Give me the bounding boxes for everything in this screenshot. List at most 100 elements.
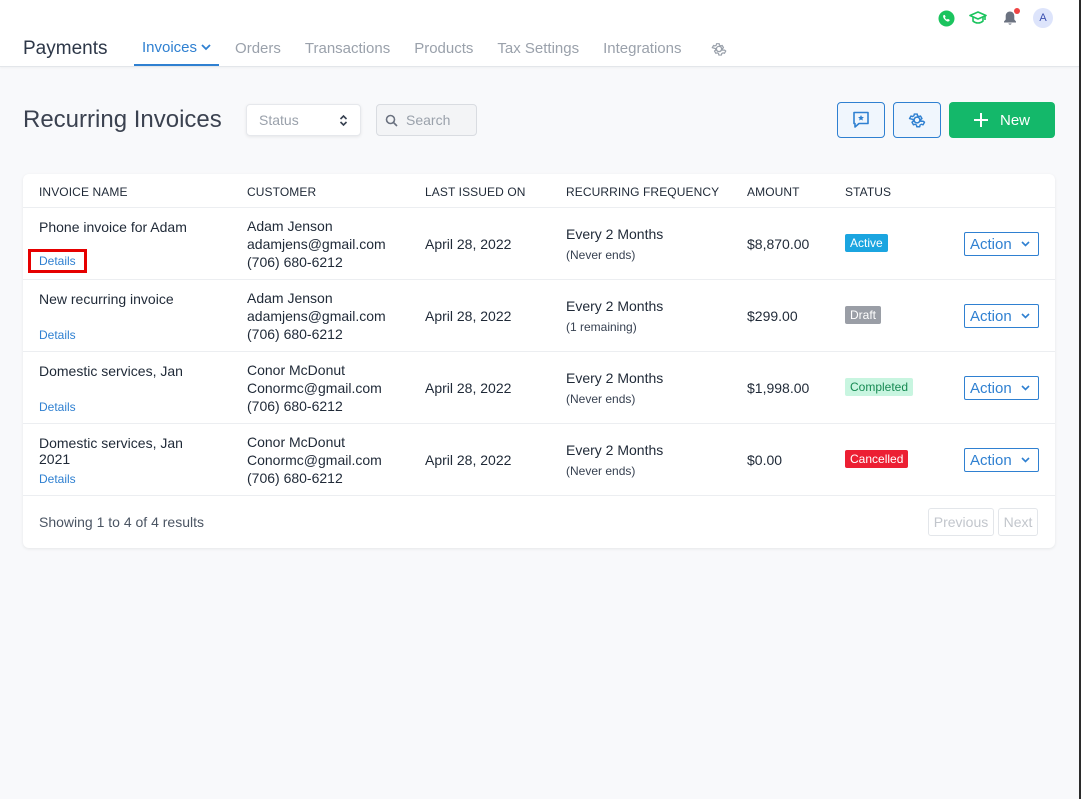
last-issued-date: April 28, 2022 (425, 380, 512, 396)
frequency-note: (1 remaining) (566, 320, 637, 334)
column-header-recurring-frequency: RECURRING FREQUENCY (566, 185, 720, 199)
frequency-note: (Never ends) (566, 464, 636, 478)
sort-arrows-icon (339, 114, 348, 126)
new-button-label: New (999, 111, 1030, 129)
status-badge: Active (845, 234, 888, 252)
customer-cell: Adam Jenson adamjens@gmail.com (706) 680… (247, 217, 386, 271)
customer-phone: (706) 680-6212 (247, 470, 343, 486)
amount: $8,870.00 (747, 236, 810, 252)
tab-invoices[interactable]: Invoices (134, 39, 220, 66)
gear-icon[interactable] (702, 40, 736, 66)
bell-icon[interactable] (1001, 8, 1020, 27)
frequency: Every 2 Months (566, 226, 664, 242)
customer-name: Conor McDonut (247, 362, 346, 378)
tab-transactions[interactable]: Transactions (297, 40, 398, 66)
invoice-name: New recurring invoice (39, 291, 174, 307)
chat-star-icon (853, 111, 869, 128)
main-nav: Invoices Orders Transactions Products Ta… (134, 39, 744, 66)
status-badge: Completed (845, 378, 914, 396)
app-title: Payments (23, 38, 108, 59)
customer-name: Conor McDonut (247, 434, 346, 450)
frequency-cell: Every 2 Months (Never ends) (566, 225, 663, 264)
status-filter-select[interactable]: Status (246, 104, 361, 136)
column-header-customer: CUSTOMER (247, 185, 317, 199)
customer-email: adamjens@gmail.com (247, 308, 386, 324)
pagination-summary: Showing 1 to 4 of 4 results (39, 514, 204, 530)
tab-products[interactable]: Products (406, 40, 481, 66)
tab-invoices-label: Invoices (142, 39, 198, 56)
tab-orders[interactable]: Orders (227, 40, 289, 66)
last-issued-date: April 28, 2022 (425, 236, 512, 252)
table-row: Domestic services, Jan 2021 Details Cono… (23, 424, 1055, 496)
search-input[interactable]: Search (376, 104, 477, 136)
table-row: Domestic services, Jan Details Conor McD… (23, 352, 1055, 424)
action-label: Action (970, 235, 1012, 253)
action-label: Action (970, 451, 1012, 469)
amount: $299.00 (747, 308, 798, 324)
graduation-cap-icon[interactable] (969, 9, 987, 27)
details-link[interactable]: Details (39, 472, 76, 486)
customer-email: Conormc@gmail.com (247, 380, 382, 396)
frequency-note: (Never ends) (566, 248, 636, 262)
settings-button[interactable] (893, 102, 941, 138)
action-dropdown-button[interactable]: Action (964, 376, 1039, 400)
customer-name: Adam Jenson (247, 290, 333, 306)
table-row: New recurring invoice Details Adam Jenso… (23, 280, 1055, 352)
chevron-down-icon (1021, 313, 1030, 319)
last-issued-date: April 28, 2022 (425, 308, 512, 324)
column-header-amount: AMOUNT (747, 185, 800, 199)
action-dropdown-button[interactable]: Action (964, 232, 1039, 256)
frequency: Every 2 Months (566, 442, 664, 458)
details-link[interactable]: Details (28, 249, 87, 273)
table-header: INVOICE NAME CUSTOMER LAST ISSUED ON REC… (23, 174, 1055, 208)
customer-cell: Adam Jenson adamjens@gmail.com (706) 680… (247, 289, 386, 343)
whatsapp-icon[interactable] (937, 9, 955, 27)
status-filter-value: Status (259, 112, 299, 128)
invoice-name: Domestic services, Jan (39, 363, 183, 379)
frequency-cell: Every 2 Months (Never ends) (566, 441, 663, 480)
tab-tax-settings[interactable]: Tax Settings (489, 40, 587, 66)
last-issued-date: April 28, 2022 (425, 452, 512, 468)
next-page-button[interactable]: Next (998, 508, 1038, 536)
action-label: Action (970, 307, 1012, 325)
customer-phone: (706) 680-6212 (247, 254, 343, 270)
customer-email: Conormc@gmail.com (247, 452, 382, 468)
column-header-invoice-name: INVOICE NAME (39, 185, 128, 199)
top-navigation-bar: A Payments Invoices Orders Transactions … (0, 0, 1079, 67)
table-row: Phone invoice for Adam Details Adam Jens… (23, 208, 1055, 280)
notification-dot (1014, 8, 1020, 14)
customer-email: adamjens@gmail.com (247, 236, 386, 252)
details-link[interactable]: Details (39, 400, 76, 414)
frequency: Every 2 Months (566, 370, 664, 386)
search-icon (385, 114, 398, 127)
tab-integrations[interactable]: Integrations (595, 40, 689, 66)
amount: $0.00 (747, 452, 783, 468)
invoice-name: Domestic services, Jan 2021 (39, 435, 183, 467)
details-link[interactable]: Details (39, 328, 76, 342)
frequency: Every 2 Months (566, 298, 664, 314)
frequency-note: (Never ends) (566, 392, 636, 406)
customer-cell: Conor McDonut Conormc@gmail.com (706) 68… (247, 361, 382, 415)
avatar[interactable]: A (1033, 8, 1053, 28)
page-title: Recurring Invoices (23, 106, 222, 133)
new-invoice-button[interactable]: New (949, 102, 1055, 138)
feedback-button[interactable] (837, 102, 885, 138)
action-dropdown-button[interactable]: Action (964, 304, 1039, 328)
header-icons: A (937, 8, 1053, 28)
search-placeholder: Search (406, 112, 451, 128)
chevron-down-icon (1021, 385, 1030, 391)
plus-icon (973, 113, 988, 127)
invoices-table-card: INVOICE NAME CUSTOMER LAST ISSUED ON REC… (23, 174, 1055, 548)
status-badge: Cancelled (845, 450, 909, 468)
customer-phone: (706) 680-6212 (247, 326, 343, 342)
customer-phone: (706) 680-6212 (247, 398, 343, 414)
action-label: Action (970, 379, 1012, 397)
frequency-cell: Every 2 Months (Never ends) (566, 369, 663, 408)
chevron-down-icon (1021, 457, 1030, 463)
gear-icon (908, 113, 926, 128)
column-header-last-issued: LAST ISSUED ON (425, 185, 526, 199)
column-header-status: STATUS (845, 185, 892, 199)
action-dropdown-button[interactable]: Action (964, 448, 1039, 472)
previous-page-button[interactable]: Previous (928, 508, 994, 536)
customer-name: Adam Jenson (247, 218, 333, 234)
